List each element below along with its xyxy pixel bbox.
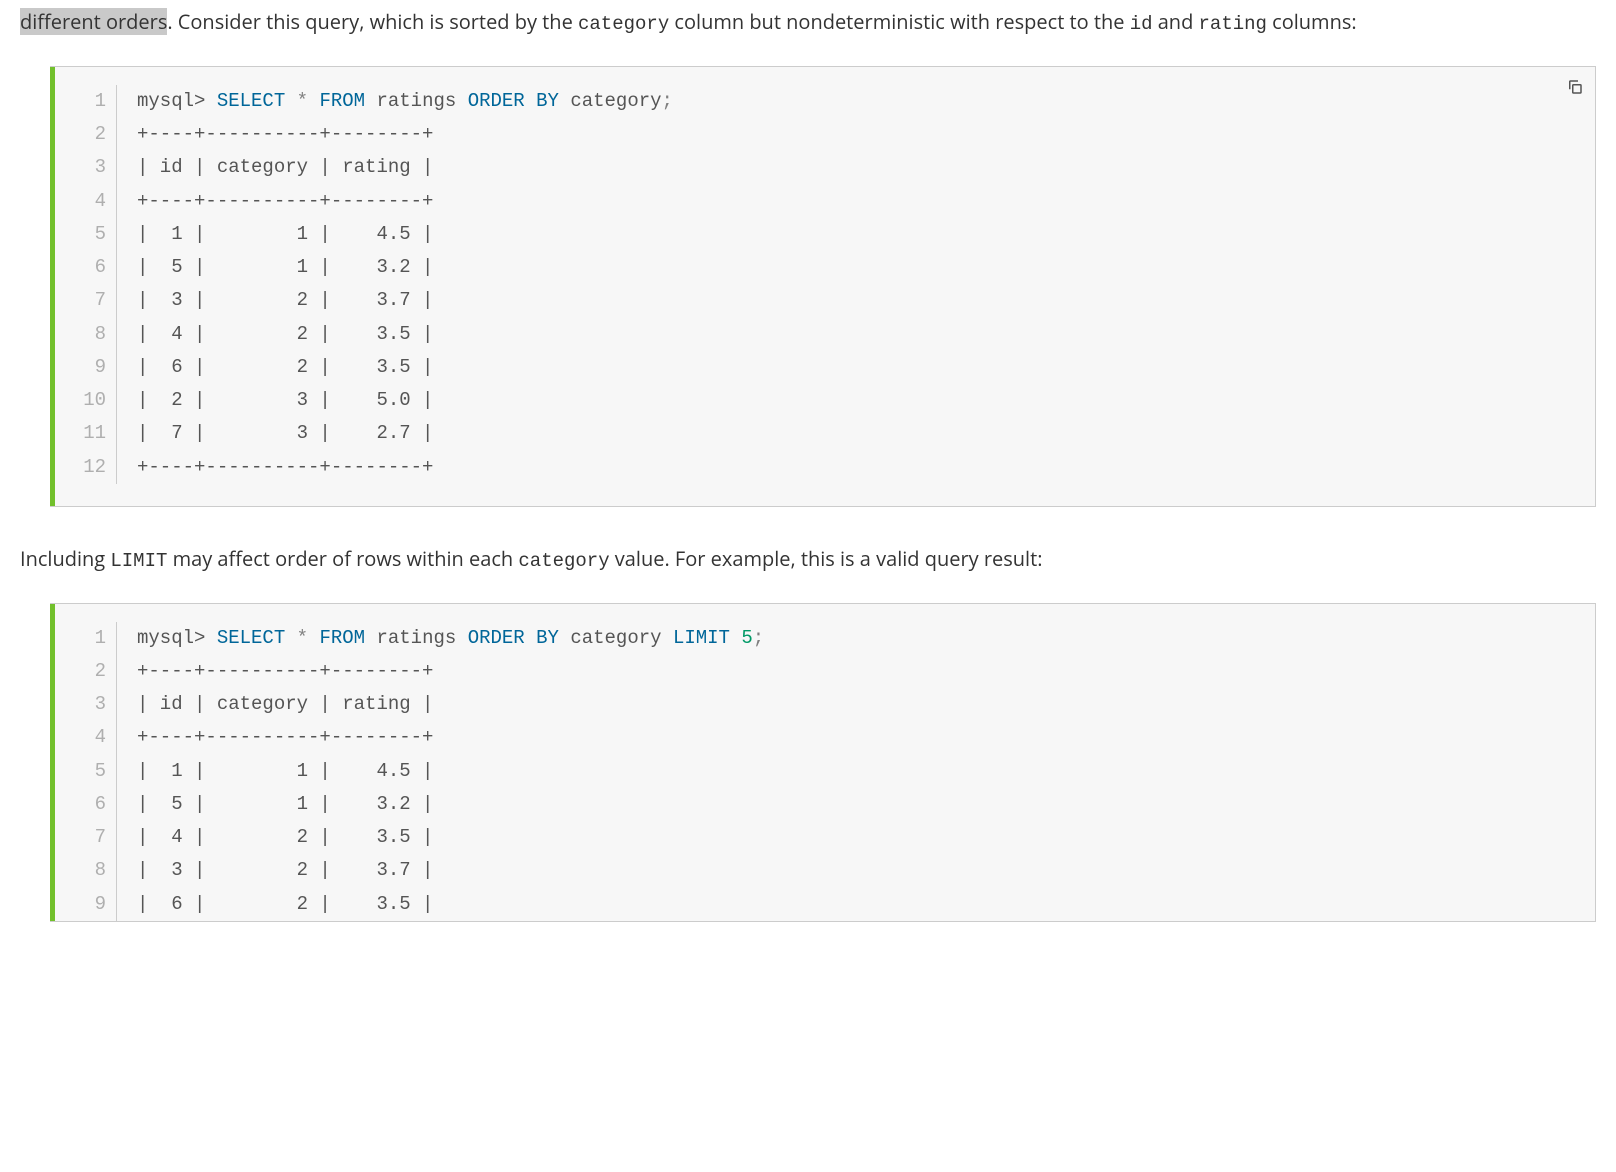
copy-button[interactable] <box>1563 75 1587 99</box>
code-block-2: 123456789 mysql> SELECT * FROM ratings O… <box>50 603 1596 922</box>
code-content: mysql> SELECT * FROM ratings ORDER BY ca… <box>117 622 764 921</box>
code-content: mysql> SELECT * FROM ratings ORDER BY ca… <box>117 85 673 484</box>
code-block-accent <box>50 604 55 921</box>
document-page: different orders. Consider this query, w… <box>0 0 1616 942</box>
inline-code-limit: LIMIT <box>110 550 167 572</box>
copy-icon <box>1566 78 1584 96</box>
inline-code-rating: rating <box>1199 13 1267 35</box>
intro-paragraph: different orders. Consider this query, w… <box>20 0 1596 46</box>
code-block-1: 123456789101112 mysql> SELECT * FROM rat… <box>50 66 1596 507</box>
line-numbers: 123456789 <box>56 622 117 921</box>
highlighted-text: different orders <box>20 8 167 35</box>
code-block-accent <box>50 67 55 506</box>
inline-code-id: id <box>1130 13 1153 35</box>
inline-code-category: category <box>578 13 669 35</box>
line-numbers: 123456789101112 <box>56 85 117 484</box>
middle-paragraph: Including LIMIT may affect order of rows… <box>20 537 1596 583</box>
inline-code-category: category <box>518 550 609 572</box>
